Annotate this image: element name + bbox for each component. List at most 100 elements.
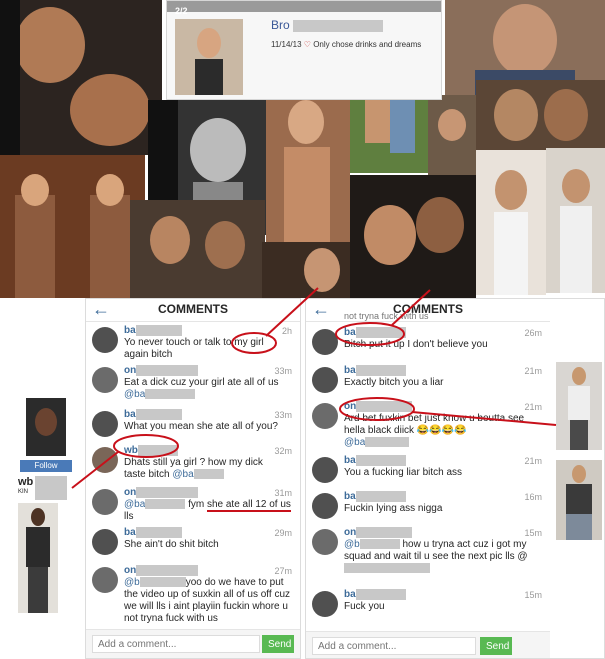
comment-input[interactable] [92,635,260,653]
comment-username[interactable]: ba [344,491,356,502]
comment-username[interactable]: on [344,527,356,538]
comment-username[interactable]: ba [344,455,356,466]
comment-item: ba 2h Yo never touch or talk to my girl … [90,325,296,360]
avatar[interactable] [92,567,118,593]
comment-item: ba 33m What you mean she ate all of you? [90,409,296,441]
comment-mention[interactable]: @ba [172,469,193,480]
emoji-icons: ♡ [303,40,311,49]
comment-username[interactable]: on [124,487,136,498]
comment-time: 2h [281,326,292,336]
comment-mention[interactable]: @b [124,577,140,588]
comment-username[interactable]: ba [124,409,136,420]
comment-mention[interactable]: @ba [124,499,145,510]
redacted-name [293,19,384,32]
comment-text: fym [188,499,207,510]
comment-time: 15m [524,528,542,538]
comment-time: 33m [274,366,292,376]
comment-time: 21m [524,402,542,412]
underlined-text: she ate all 12 of us [206,499,291,512]
comment-item: ba 21m You a fucking liar bitch ass [310,455,546,487]
comment-username[interactable]: ba [344,589,356,600]
facebook-status-post: 2/2 Bro 11/14/13 ♡ Only chose drinks and… [166,0,442,100]
comment-time: 29m [274,528,292,538]
comment-username[interactable]: on [124,565,136,576]
comment-username[interactable]: ba [344,365,356,376]
comment-time: 21m [524,456,542,466]
comment-text: Fuck you [344,601,385,612]
comment-item: ba 16m Fuckin lying ass nigga [310,491,546,523]
comment-text: Yo never touch or talk to my girl again … [124,337,264,360]
collage-photo-couple [0,0,162,155]
comment-item: on 15m @b how u tryna act cuz i got my s… [310,527,546,583]
avatar[interactable] [92,529,118,555]
avatar[interactable] [92,447,118,473]
avatar[interactable] [92,327,118,353]
comment-item: ba 21m Exactly bitch you a liar [310,365,546,397]
avatar[interactable] [312,367,338,393]
collage-photo-man-full [18,503,58,613]
collage-photo-mirror-selfie [266,87,350,242]
comment-username[interactable]: ba [124,527,136,538]
send-button[interactable]: Send [262,635,294,653]
comment-time: 16m [524,492,542,502]
comment-text: What you mean she ate all of you? [124,421,278,432]
collage-photo-group-smiling [130,200,265,298]
comment-text: She ain't do shit bitch [124,539,219,550]
comment-mention[interactable]: @ba [344,437,365,448]
comment-username[interactable]: ba [124,325,136,336]
comments-title: COMMENTS [158,302,228,316]
collage-photo-man-sitting [556,460,602,540]
send-button[interactable]: Send [480,637,512,655]
avatar[interactable] [312,329,338,355]
comment-time: 26m [524,328,542,338]
avatar[interactable] [312,457,338,483]
comment-text: Bitch put it up I don't believe you [344,339,488,350]
comment-time: 31m [274,488,292,498]
collage-photo-beach-girl [428,95,476,175]
comment-time: 15m [524,590,542,600]
post-author-name[interactable]: Bro [271,18,290,32]
comment-item: on 21m Ard bet fuxkin bet just know u bo… [310,401,546,449]
post-header-text: 2/2 [175,6,188,16]
comment-username[interactable]: wb [124,445,138,456]
comment-item: ba 15m Fuck you [310,589,546,619]
comments-header: ← COMMENTS [86,299,300,322]
collage-photo-two-girls [262,242,350,298]
comment-input[interactable] [312,637,476,655]
avatar[interactable] [92,411,118,437]
comment-composer: Send [306,631,550,658]
comments-panel-left: ← COMMENTS ba 2h Yo never touch or talk … [85,298,301,659]
avatar[interactable] [92,367,118,393]
comment-text: Exactly bitch you a liar [344,377,444,388]
profile-name: wb [18,476,34,488]
avatar[interactable] [312,493,338,519]
comment-item: on 31m @ba fym she ate all 12 of us lls [90,487,296,523]
comment-username[interactable]: on [124,365,136,376]
follow-button[interactable]: Follow [20,460,72,472]
comment-text: You a fucking liar bitch ass [344,467,463,478]
comment-item: ba 26m Bitch put it up I don't believe y… [310,327,546,359]
comment-item: ba 29m She ain't do shit bitch [90,527,296,559]
collage-photo-twin-selfie [0,155,145,298]
post-date: 11/14/13 [271,40,302,49]
partial-comment-text: not tryna fuck with us [344,311,429,321]
profile-card: Follow wb KIN [18,398,76,500]
comment-text: Ard bet fuxkin bet just know u boutta se… [344,413,525,436]
avatar[interactable] [312,529,338,555]
profile-photo[interactable] [26,398,66,456]
collage-photo-couple-closeup [350,175,476,298]
post-profile-photo [175,19,243,95]
collage-photo-man-standing [556,362,602,450]
comment-username[interactable]: ba [344,327,356,338]
post-status-text: Only chose drinks and dreams [313,40,422,49]
avatar[interactable] [312,591,338,617]
avatar[interactable] [92,489,118,515]
comment-item: wb 32m Dhats still ya girl ? how my dick… [90,445,296,481]
comment-mention[interactable]: @b [344,539,360,550]
collage-photo-bathroom-selfie [546,148,605,293]
comment-username[interactable]: on [344,401,356,412]
collage-photo-kiss [476,150,546,295]
comment-time: 33m [274,410,292,420]
avatar[interactable] [312,403,338,429]
comment-mention[interactable]: @ba [124,389,145,400]
